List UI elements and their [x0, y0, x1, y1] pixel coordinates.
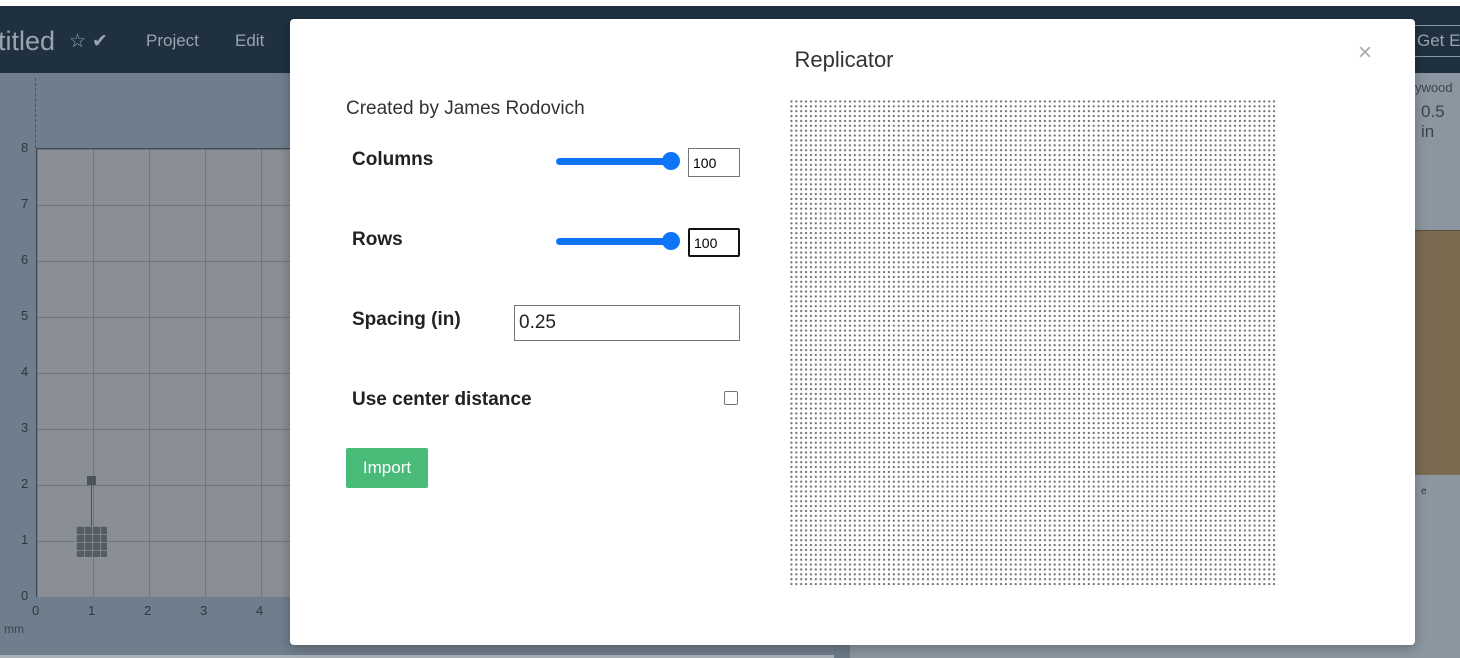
columns-slider-thumb[interactable]	[662, 152, 680, 170]
import-button[interactable]: Import	[346, 448, 428, 488]
columns-input[interactable]	[688, 148, 740, 177]
dialog-title: Replicator	[794, 47, 894, 72]
x-tick: 4	[256, 603, 264, 618]
y-tick: 4	[21, 364, 29, 379]
rows-slider[interactable]	[556, 231, 680, 251]
spacing-input[interactable]	[514, 305, 740, 341]
y-tick: 6	[21, 252, 29, 267]
shape-handle[interactable]	[87, 476, 96, 485]
rows-slider-thumb[interactable]	[662, 232, 680, 250]
close-icon[interactable]: ×	[1358, 41, 1372, 65]
replicator-preview-grid	[789, 99, 1278, 588]
star-icon[interactable]: ☆	[69, 32, 86, 51]
get-button[interactable]: Get Ea	[1408, 25, 1460, 57]
thickness-label: 0.5 in	[1421, 102, 1445, 141]
unit-label: mm	[4, 622, 24, 636]
project-title[interactable]: titled	[0, 26, 55, 57]
y-tick: 1	[21, 532, 29, 547]
check-icon: ✔	[92, 31, 108, 52]
columns-slider[interactable]	[556, 151, 680, 171]
columns-label: Columns	[352, 149, 434, 170]
y-tick: 5	[21, 308, 29, 323]
rows-label: Rows	[352, 229, 403, 250]
y-tick: 3	[21, 420, 29, 435]
rows-slider-track	[556, 238, 676, 245]
y-tick: 7	[21, 196, 29, 211]
y-tick: 8	[21, 140, 29, 155]
y-tick: 0	[21, 588, 29, 603]
panel-tick: e	[1421, 486, 1427, 497]
menu-project[interactable]: Project	[146, 31, 199, 51]
center-distance-label: Use center distance	[352, 389, 532, 410]
x-tick: 1	[88, 603, 96, 618]
x-tick: 0	[32, 603, 40, 618]
y-tick: 2	[21, 476, 29, 491]
guide-line	[35, 78, 36, 148]
columns-slider-track	[556, 158, 676, 165]
credit-text: Created by James Rodovich	[346, 98, 585, 119]
center-distance-checkbox[interactable]	[724, 391, 738, 405]
shape-handle-line	[91, 485, 92, 527]
menu-edit[interactable]: Edit	[235, 31, 264, 51]
rows-input[interactable]	[688, 228, 740, 257]
x-tick: 2	[144, 603, 152, 618]
material-label: ywood	[1415, 80, 1453, 95]
design-shape[interactable]	[76, 526, 107, 557]
replicator-dialog: Replicator × Created by James Rodovich C…	[290, 19, 1415, 645]
material-preview	[1413, 230, 1460, 475]
x-tick: 3	[200, 603, 208, 618]
spacing-label: Spacing (in)	[352, 309, 461, 330]
